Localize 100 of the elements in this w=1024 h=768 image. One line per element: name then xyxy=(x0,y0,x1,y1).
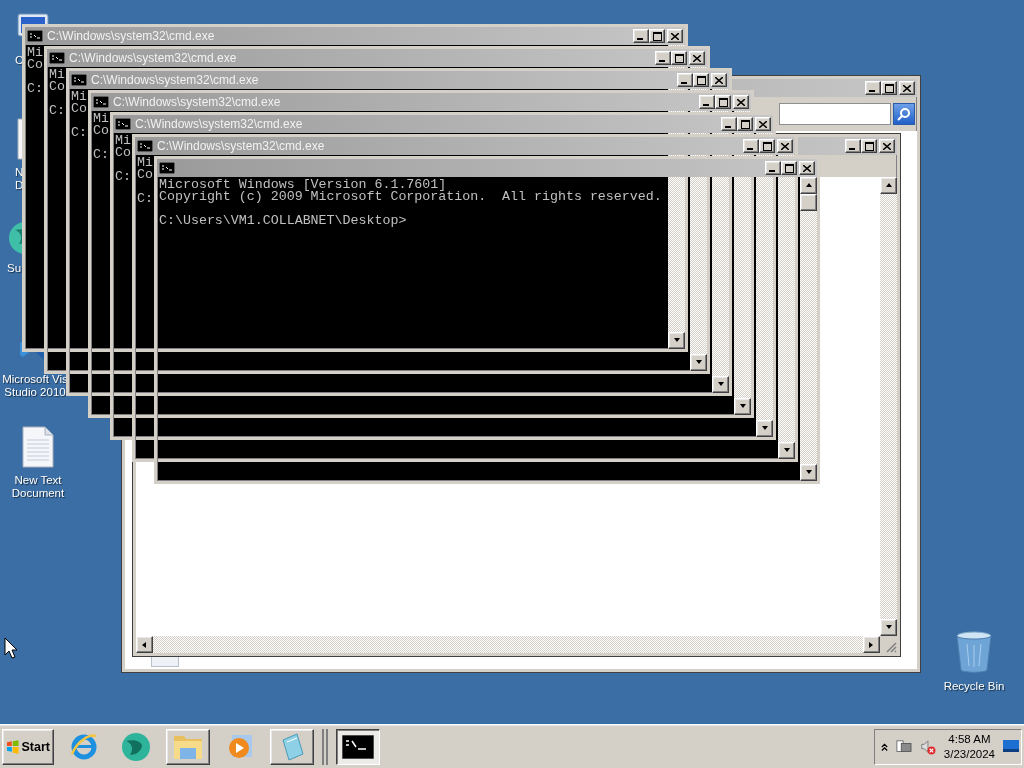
scroll-down-button[interactable] xyxy=(734,398,751,415)
scroll-right-button[interactable] xyxy=(863,636,880,653)
close-button[interactable] xyxy=(899,81,915,95)
scroll-down-button[interactable] xyxy=(690,354,707,371)
terminal-icon xyxy=(49,52,65,64)
scroll-down-button[interactable] xyxy=(712,376,729,393)
horizontal-scrollbar[interactable] xyxy=(136,636,880,653)
window-title: C:\Windows\system32\cmd.exe xyxy=(113,95,281,109)
maximize-icon xyxy=(718,97,728,107)
close-button[interactable] xyxy=(799,161,815,175)
maximize-button[interactable] xyxy=(861,139,877,153)
console-text: Mi xyxy=(27,47,43,59)
search-button[interactable] xyxy=(893,103,915,125)
console-prompt: C: xyxy=(27,83,43,95)
windows-flag-icon xyxy=(6,739,20,754)
console-text: Mi xyxy=(137,157,153,169)
minimize-button[interactable] xyxy=(765,161,781,175)
maximize-icon xyxy=(864,141,874,151)
cursor-icon xyxy=(4,637,18,659)
scroll-left-button[interactable] xyxy=(136,636,153,653)
start-button[interactable]: Start xyxy=(2,728,54,765)
maximize-button[interactable] xyxy=(715,95,731,109)
minimize-button[interactable] xyxy=(865,81,881,95)
close-button[interactable] xyxy=(711,73,727,87)
close-icon xyxy=(903,84,911,92)
maximize-button[interactable] xyxy=(737,117,753,131)
terminal-icon xyxy=(342,734,374,759)
minimize-button[interactable] xyxy=(677,73,693,87)
scroll-down-button[interactable] xyxy=(668,332,685,349)
close-button[interactable] xyxy=(667,29,683,43)
close-button[interactable] xyxy=(755,117,771,131)
maximize-button[interactable] xyxy=(671,51,687,65)
globe-icon xyxy=(120,730,152,763)
icon-label: New Text Document xyxy=(11,474,65,500)
monitor-icon xyxy=(1003,739,1019,754)
console-prompt: C: xyxy=(115,171,131,183)
window-title: C:\Windows\system32\cmd.exe xyxy=(47,29,215,43)
terminal-icon xyxy=(137,140,153,152)
speaker-muted-icon xyxy=(919,737,936,756)
scroll-down-button[interactable] xyxy=(778,442,795,459)
maximize-icon xyxy=(884,83,894,93)
maximize-button[interactable] xyxy=(649,29,665,43)
minimize-button[interactable] xyxy=(633,29,649,43)
triangle-left-icon xyxy=(141,641,148,648)
close-icon xyxy=(781,142,789,150)
minimize-button[interactable] xyxy=(743,139,759,153)
console-text: Microsoft Windows [Version 6.1.7601] xyxy=(159,179,447,191)
show-desktop-button[interactable] xyxy=(1003,739,1019,754)
toolbar-grip[interactable] xyxy=(322,728,328,765)
triangle-down-icon xyxy=(761,425,768,432)
minimize-button[interactable] xyxy=(721,117,737,131)
resize-grip-icon xyxy=(885,641,897,653)
console-prompt: C: xyxy=(49,105,65,117)
close-button[interactable] xyxy=(879,139,895,153)
console-text: Co xyxy=(49,81,65,93)
minimize-button[interactable] xyxy=(845,139,861,153)
console-text: Co xyxy=(137,169,153,181)
close-icon xyxy=(737,98,745,106)
maximize-icon xyxy=(740,119,750,129)
scroll-down-button[interactable] xyxy=(880,619,897,636)
triangle-down-icon xyxy=(739,403,746,410)
console-text: Co xyxy=(71,103,87,115)
search-field[interactable] xyxy=(779,103,891,125)
vertical-scrollbar[interactable] xyxy=(778,155,795,459)
console-text: Mi xyxy=(115,135,131,147)
clock-date: 3/23/2024 xyxy=(943,746,995,762)
console-prompt: C: xyxy=(93,149,109,161)
terminal-icon xyxy=(93,96,109,108)
maximize-button[interactable] xyxy=(881,81,897,95)
close-button[interactable] xyxy=(733,95,749,109)
close-icon xyxy=(803,164,811,172)
clock-time: 4:58 AM xyxy=(948,731,991,747)
scroll-up-button[interactable] xyxy=(880,177,897,194)
close-button[interactable] xyxy=(777,139,793,153)
scroll-down-button[interactable] xyxy=(800,464,817,481)
triangle-down-icon xyxy=(783,447,790,454)
vertical-scrollbar[interactable] xyxy=(800,177,817,481)
minimize-button[interactable] xyxy=(699,95,715,109)
terminal-icon xyxy=(159,162,175,174)
scroll-up-button[interactable] xyxy=(800,177,817,194)
scroll-thumb[interactable] xyxy=(800,194,817,211)
scroll-down-button[interactable] xyxy=(756,420,773,437)
console-text: Mi xyxy=(49,69,65,81)
maximize-icon xyxy=(696,75,706,85)
maximize-icon xyxy=(674,53,684,63)
maximize-icon xyxy=(762,141,772,151)
search-icon xyxy=(897,107,911,121)
triangle-down-icon xyxy=(673,337,680,344)
taskbar-window-button[interactable] xyxy=(336,728,380,765)
triangle-up-icon xyxy=(885,182,892,189)
window-title: C:\Windows\system32\cmd.exe xyxy=(91,73,259,87)
close-icon xyxy=(693,54,701,62)
console-text: Co xyxy=(27,59,43,71)
close-icon xyxy=(883,142,891,150)
maximize-button[interactable] xyxy=(693,73,709,87)
vertical-scrollbar[interactable] xyxy=(880,177,897,636)
close-button[interactable] xyxy=(689,51,705,65)
maximize-button[interactable] xyxy=(759,139,775,153)
minimize-button[interactable] xyxy=(655,51,671,65)
maximize-button[interactable] xyxy=(781,161,797,175)
